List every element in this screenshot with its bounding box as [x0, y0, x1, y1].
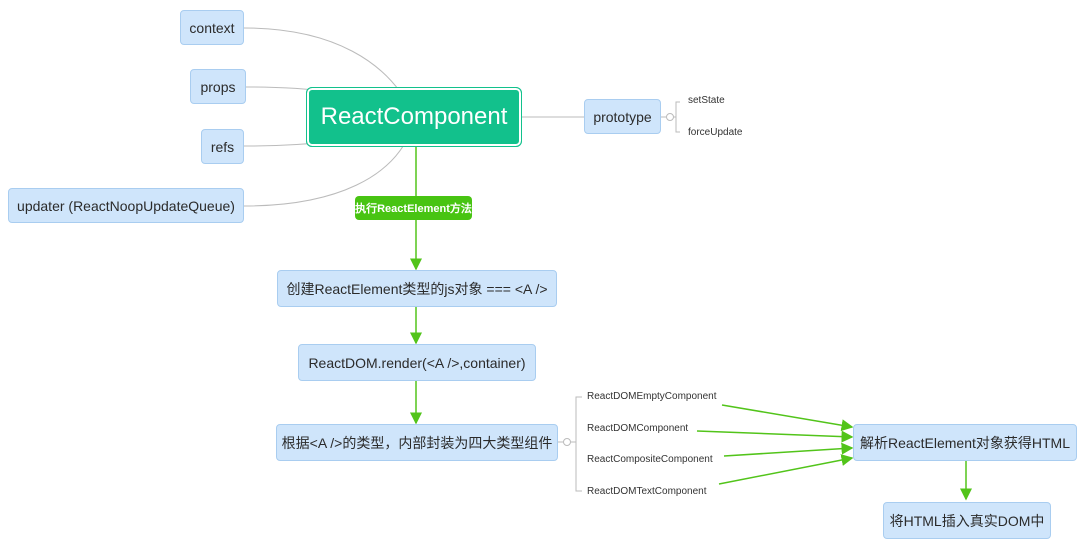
- bracket-components: [575, 396, 582, 492]
- bracket-prototype: [675, 101, 680, 133]
- arrow-empty-to-parse: [721, 404, 854, 432]
- node-reactdom-render[interactable]: ReactDOM.render(<A />,container): [298, 344, 536, 381]
- node-wrap-component-types[interactable]: 根据<A />的类型，内部封装为四大类型组件: [276, 424, 558, 461]
- leaf-react-composite-component[interactable]: ReactCompositeComponent: [587, 454, 713, 465]
- arrow-dom-to-parse: [696, 430, 854, 443]
- arrow-text-to-parse: [718, 454, 854, 485]
- node-prototype[interactable]: prototype: [584, 99, 661, 134]
- leaf-forceupdate[interactable]: forceUpdate: [688, 127, 742, 138]
- collapse-toggle-prototype[interactable]: [666, 113, 674, 121]
- leaf-reactdom-empty-component[interactable]: ReactDOMEmptyComponent: [587, 391, 717, 402]
- node-context[interactable]: context: [180, 10, 244, 45]
- leaf-reactdom-text-component[interactable]: ReactDOMTextComponent: [587, 486, 707, 497]
- arrow-composite-to-parse: [723, 442, 854, 457]
- collapse-toggle-components[interactable]: [563, 438, 571, 446]
- node-props[interactable]: props: [190, 69, 246, 104]
- edge-tag-execute-react-element: 执行ReactElement方法: [355, 196, 472, 220]
- node-refs[interactable]: refs: [201, 129, 244, 164]
- leaf-reactdom-component[interactable]: ReactDOMComponent: [587, 423, 688, 434]
- node-parse-html[interactable]: 解析ReactElement对象获得HTML: [853, 424, 1077, 461]
- node-create-react-element[interactable]: 创建ReactElement类型的js对象 === <A />: [277, 270, 557, 307]
- node-insert-real-dom[interactable]: 将HTML插入真实DOM中: [883, 502, 1051, 539]
- node-updater[interactable]: updater (ReactNoopUpdateQueue): [8, 188, 244, 223]
- leaf-setstate[interactable]: setState: [688, 95, 725, 106]
- root-node-react-component[interactable]: ReactComponent: [306, 87, 522, 147]
